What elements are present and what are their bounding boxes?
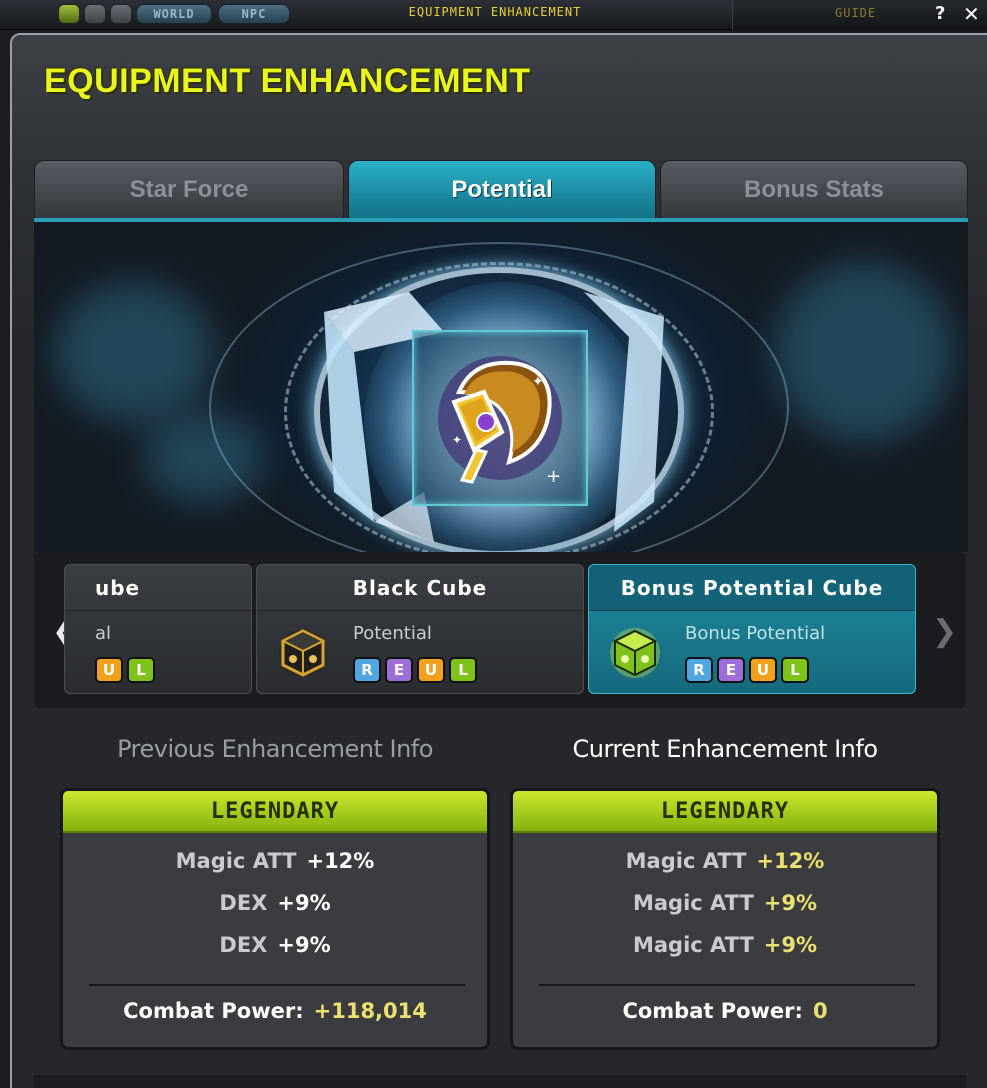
bonus-potential-cube-icon: [610, 628, 660, 678]
combat-power-line: Combat Power: +118,014: [63, 999, 487, 1023]
background-glow: [54, 282, 214, 422]
potential-line: Magic ATT +9%: [513, 933, 937, 957]
hud-button[interactable]: [84, 4, 106, 24]
item-slot[interactable]: ✦ ✦ +: [412, 330, 588, 506]
stat-value: +9%: [763, 891, 818, 915]
cube-name: ube: [65, 565, 251, 611]
cube-carousel: ❮ ❯ ube al U L Black Cube Potential R E …: [34, 552, 966, 708]
cube-type: Potential: [353, 623, 432, 644]
npc-button[interactable]: NPC: [218, 4, 290, 24]
potential-line: Magic ATT +9%: [513, 891, 937, 915]
grade-unique-badge: U: [749, 657, 777, 683]
item-showcase: ✦ ✦ +: [34, 222, 968, 552]
cube-name: Bonus Potential Cube: [589, 565, 915, 611]
stat-name: DEX: [219, 933, 268, 957]
cube-card-partial[interactable]: ube al U L: [64, 564, 252, 694]
stat-value: +12%: [756, 849, 825, 873]
cube-card-bonus-potential-cube[interactable]: Bonus Potential Cube Bonus Potential R E…: [588, 564, 916, 694]
svg-text:✦: ✦: [532, 374, 544, 390]
combat-power-value: 0: [812, 999, 828, 1023]
divider: [539, 984, 915, 986]
grade-rare-badge: R: [685, 657, 713, 683]
grade-unique-badge: U: [95, 657, 123, 683]
divider: [89, 984, 465, 986]
grade-legendary-badge: L: [781, 657, 809, 683]
current-info-panel: LEGENDARY Magic ATT +12% Magic ATT +9% Mag…: [510, 788, 940, 1050]
minimize-icon[interactable]: [58, 4, 80, 24]
stat-value: +12%: [306, 849, 375, 873]
stat-name: Magic ATT: [175, 849, 297, 873]
help-icon[interactable]: ?: [935, 3, 945, 24]
close-icon[interactable]: ✕: [963, 2, 980, 26]
tab-bonus-stats[interactable]: Bonus Stats: [660, 160, 968, 220]
cube-name: Black Cube: [257, 565, 583, 611]
stat-value: +9%: [277, 933, 331, 957]
grade-epic-badge: E: [385, 657, 413, 683]
rank-banner: LEGENDARY: [513, 791, 937, 833]
previous-info-panel: LEGENDARY Magic ATT +12% DEX +9% DEX +9% Co…: [60, 788, 490, 1050]
stat-value: +9%: [763, 933, 818, 957]
tab-potential[interactable]: Potential: [348, 160, 656, 220]
background-glow: [774, 262, 954, 442]
potential-line: Magic ATT +12%: [63, 849, 487, 873]
combat-power-label: Combat Power:: [123, 999, 304, 1023]
hud-title: EQUIPMENT ENHANCEMENT: [408, 5, 582, 19]
potential-line: DEX +9%: [63, 891, 487, 915]
svg-text:+: +: [546, 466, 561, 487]
grade-rare-badge: R: [353, 657, 381, 683]
combat-power-label: Combat Power:: [622, 999, 803, 1023]
combat-power-line: Combat Power: 0: [513, 999, 937, 1023]
cube-type: al: [95, 623, 112, 644]
grade-badges: R E U L: [353, 657, 477, 683]
stat-value: +9%: [277, 891, 331, 915]
hud-button[interactable]: [110, 4, 132, 24]
grade-badges: U L: [95, 657, 155, 683]
cube-type: Bonus Potential: [685, 623, 826, 644]
world-button[interactable]: WORLD: [136, 4, 212, 24]
stat-name: Magic ATT: [625, 849, 747, 873]
grade-legendary-badge: L: [449, 657, 477, 683]
golden-arm-guard-icon: ✦ ✦ +: [438, 356, 562, 487]
cube-card-black-cube[interactable]: Black Cube Potential R E U L: [256, 564, 584, 694]
combat-power-value: +118,014: [313, 999, 427, 1023]
svg-text:✦: ✦: [452, 433, 462, 447]
black-cube-icon: [279, 629, 327, 677]
grade-badges: R E U L: [685, 657, 809, 683]
grade-legendary-badge: L: [127, 657, 155, 683]
stat-name: DEX: [219, 891, 268, 915]
bottom-panel-edge: [34, 1075, 966, 1088]
rank-banner: LEGENDARY: [63, 791, 487, 833]
potential-line: Magic ATT +12%: [513, 849, 937, 873]
tab-star-force[interactable]: Star Force: [34, 160, 344, 220]
potential-line: DEX +9%: [63, 933, 487, 957]
current-info-heading: Current Enhancement Info: [572, 735, 878, 763]
grade-epic-badge: E: [717, 657, 745, 683]
carousel-next-arrow[interactable]: ❯: [932, 614, 957, 649]
stat-name: Magic ATT: [632, 891, 754, 915]
hud-bar: WORLD NPC EQUIPMENT ENHANCEMENT GUIDE ? …: [0, 0, 987, 30]
window-title: EQUIPMENT ENHANCEMENT: [44, 62, 531, 100]
previous-info-heading: Previous Enhancement Info: [117, 735, 433, 763]
grade-unique-badge: U: [417, 657, 445, 683]
guide-button[interactable]: GUIDE: [835, 6, 876, 20]
stat-name: Magic ATT: [632, 933, 754, 957]
